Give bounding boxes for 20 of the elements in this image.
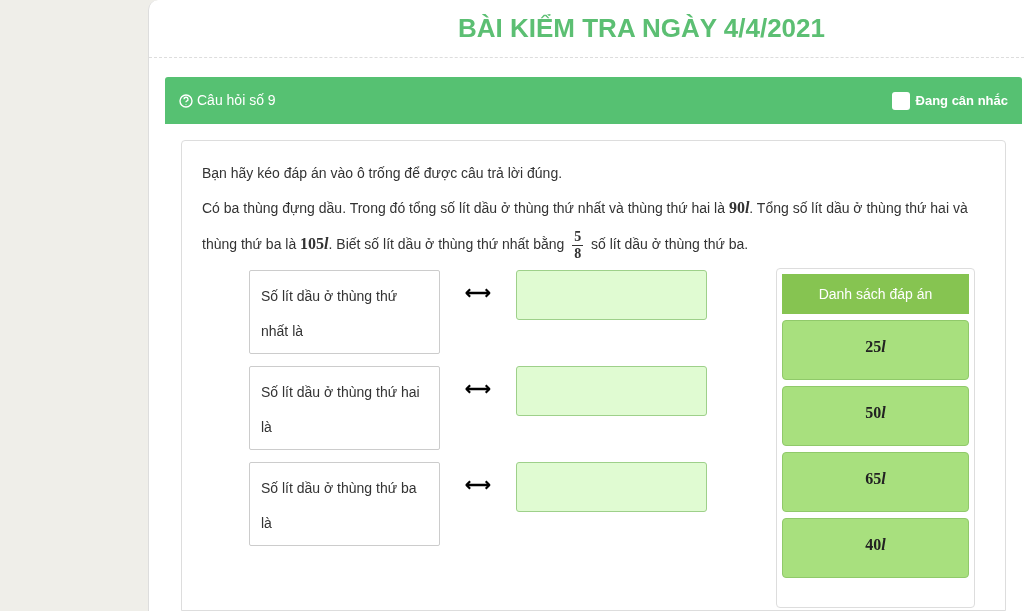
drop-field[interactable] — [516, 462, 707, 512]
instruction-text: Bạn hãy kéo đáp án vào ô trống để được câu trả lời đúng. — [202, 164, 564, 183]
pair-arrow: ⟷ — [464, 378, 492, 401]
drop-field[interactable] — [516, 366, 707, 416]
answer-chip[interactable]: 50l — [782, 386, 969, 446]
answers-header: Danh sách đáp án — [782, 274, 969, 314]
flag-label: Đang cân nhắc — [915, 91, 1008, 110]
pair-arrow: ⟷ — [464, 282, 492, 305]
question-title: Câu hỏi số 9 — [197, 91, 276, 110]
help-icon — [179, 93, 193, 108]
drop-field[interactable] — [516, 270, 707, 320]
flag-checkbox[interactable] — [891, 91, 910, 110]
statement-card: Số lít dầu ở thùng thứ nhất là — [249, 270, 440, 354]
answer-chip[interactable]: 25l — [782, 320, 969, 380]
statement-card: Số lít dầu ở thùng thứ ba là — [249, 462, 440, 546]
statement-card: Số lít dầu ở thùng thứ hai là — [249, 366, 440, 450]
page-title: BÀI KIỂM TRA NGÀY 4/4/2021 — [458, 12, 825, 45]
answer-chip[interactable]: 40l — [782, 518, 969, 578]
answer-chip[interactable]: 65l — [782, 452, 969, 512]
pair-arrow: ⟷ — [464, 474, 492, 497]
